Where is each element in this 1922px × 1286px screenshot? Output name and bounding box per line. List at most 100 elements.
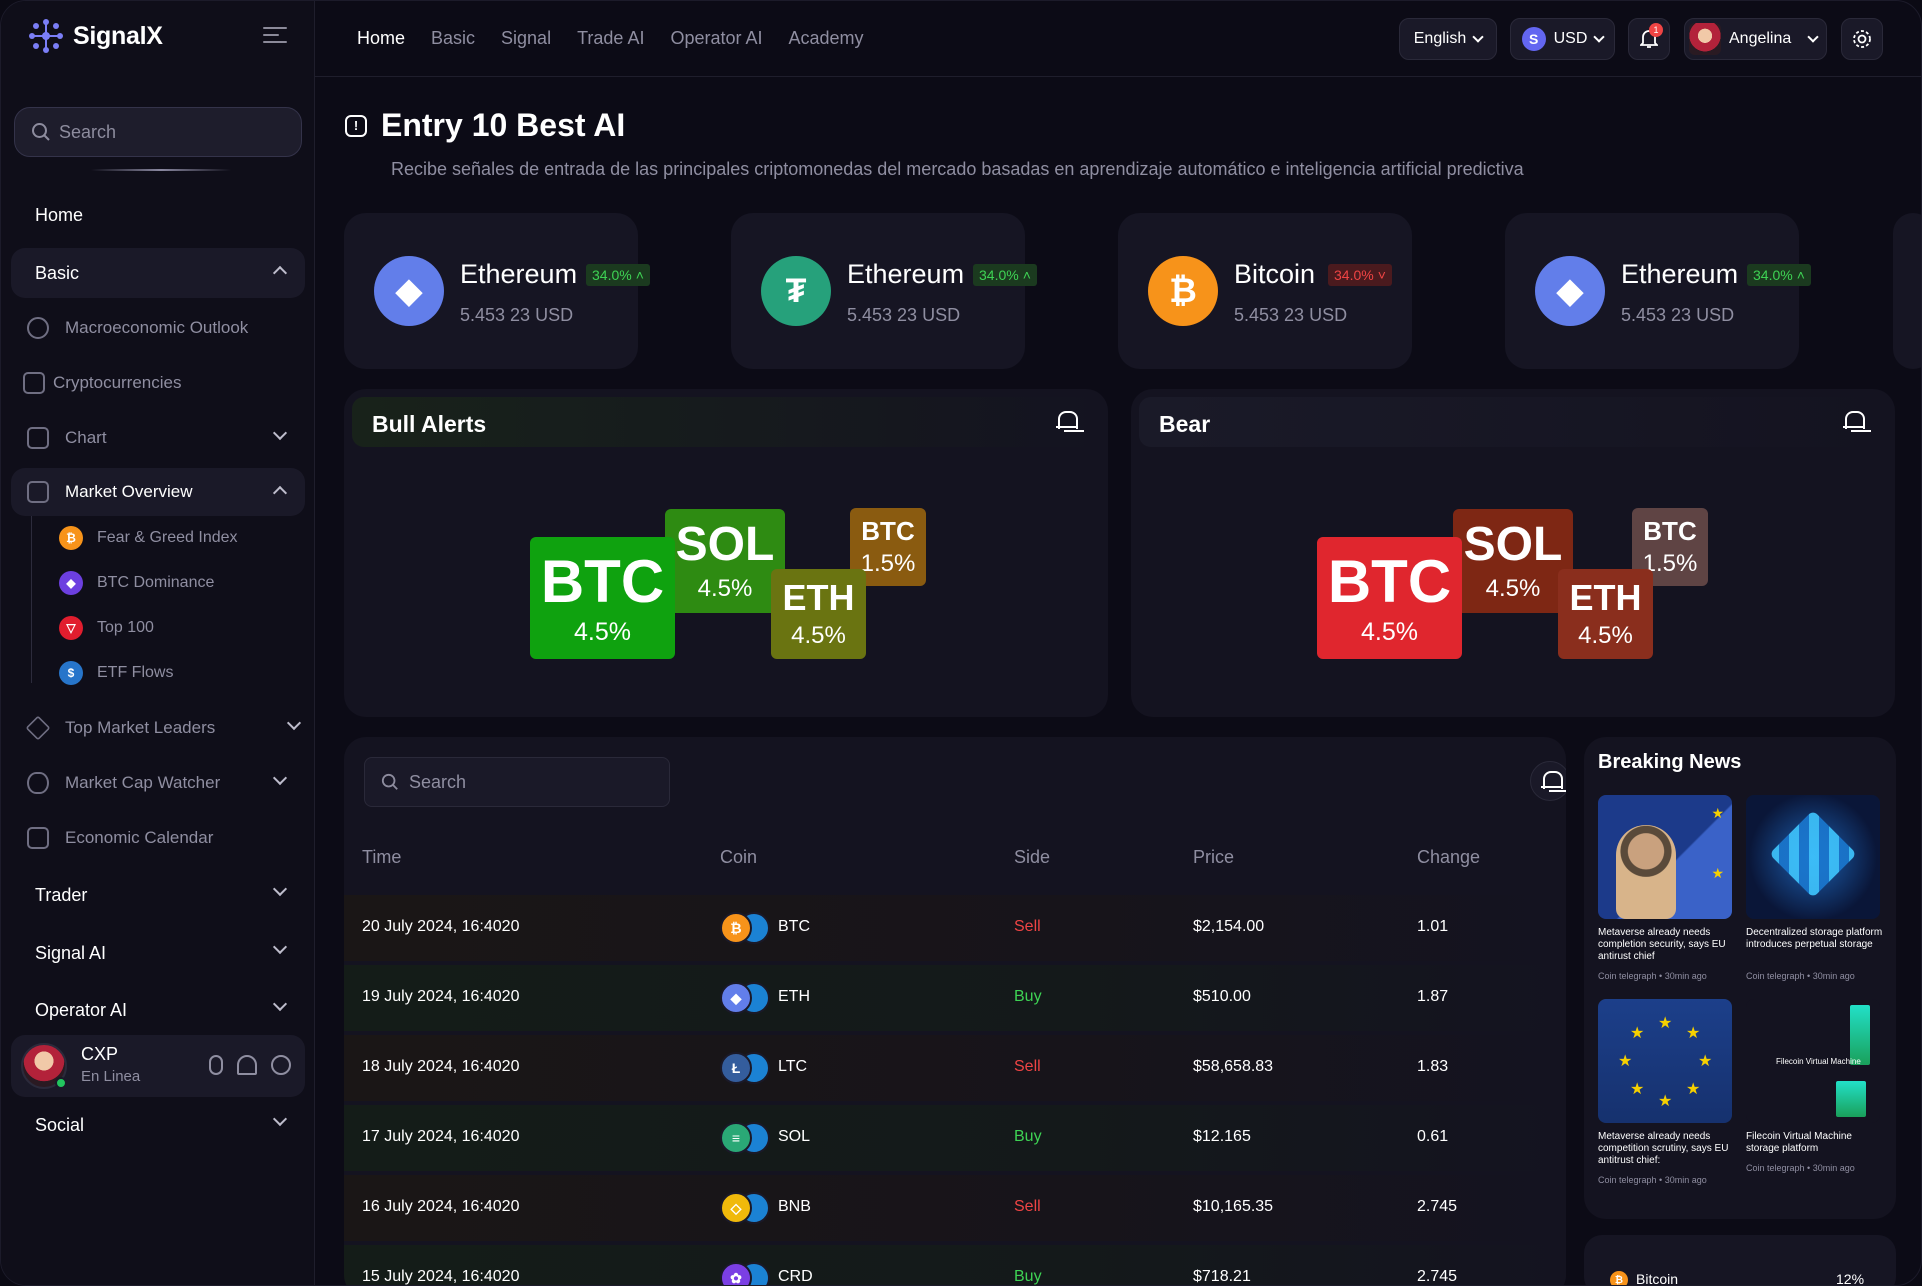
news-image[interactable] <box>1746 795 1880 919</box>
heatmap-tile[interactable]: SOL 4.5% <box>1453 509 1573 613</box>
heatmap-tile[interactable]: BTC 4.5% <box>530 537 675 659</box>
sidebar-item-basic[interactable]: Basic <box>11 248 305 298</box>
heatmap-tile[interactable]: ETH 4.5% <box>771 569 866 659</box>
sidebar-item-home[interactable]: Home <box>11 190 305 240</box>
bnb-icon: ◇ <box>720 1192 752 1224</box>
column-header-time[interactable]: Time <box>362 847 401 868</box>
news-image[interactable]: ★ ★ <box>1598 795 1732 919</box>
tile-symbol: ETH <box>1569 577 1642 618</box>
column-header-coin[interactable]: Coin <box>720 847 757 868</box>
sidebar-item-label: Social <box>35 1114 85 1135</box>
sidebar-item-label: Market Overview <box>65 482 193 501</box>
sidebar-item-top-market-leaders[interactable]: Top Market Leaders <box>11 704 305 752</box>
notifications-button[interactable]: 1 <box>1628 18 1670 60</box>
sidebar-item-fear-greed[interactable]: ₿ Fear & Greed Index <box>59 518 238 558</box>
sidebar-item-economic-calendar[interactable]: Economic Calendar <box>11 814 305 862</box>
coin-name: Ethereum <box>460 259 578 289</box>
top-nav: Home Basic Signal Trade AI Operator AI A… <box>357 28 864 49</box>
bear-panel: Bear BTC 1.5% SOL 4.5% ETH 4.5% BTC 4.5% <box>1131 389 1895 717</box>
cell-change: 1.87 <box>1417 988 1449 1005</box>
sidebar-item-operator-ai[interactable]: Operator AI <box>11 985 305 1035</box>
bell-icon <box>1541 771 1563 793</box>
coin-pair-icon: ✿ <box>720 1262 770 1285</box>
sidebar-item-top-100[interactable]: ▽ Top 100 <box>59 608 154 648</box>
change-badge: 34.0% ˅ <box>1328 264 1392 286</box>
sidebar-item-signal-ai[interactable]: Signal AI <box>11 928 305 978</box>
sidebar-item-macroeconomic-outlook[interactable]: Macroeconomic Outlook <box>11 304 305 352</box>
sidebar-item-label: Basic <box>35 262 80 283</box>
cell-side: Sell <box>1014 1198 1041 1215</box>
table-row[interactable]: 15 July 2024, 16:4020 ✿ CRD Buy $718.21 … <box>344 1245 1566 1285</box>
table-row[interactable]: 17 July 2024, 16:4020 ≡ SOL Buy $12.165 … <box>344 1105 1566 1171</box>
sidebar-item-chart[interactable]: Chart <box>11 414 305 462</box>
chevron-up-icon <box>272 265 288 281</box>
column-header-change[interactable]: Change <box>1417 847 1480 868</box>
nav-home[interactable]: Home <box>357 28 405 49</box>
currency-select[interactable]: S USD <box>1510 18 1615 60</box>
table-row[interactable]: 19 July 2024, 16:4020 ◆ ETH Buy $510.00 … <box>344 965 1566 1031</box>
language-select[interactable]: English <box>1399 18 1497 60</box>
news-image[interactable]: Filecoin Virtual Machine <box>1746 999 1880 1123</box>
tile-percent: 4.5% <box>574 617 631 646</box>
page-title: Entry 10 Best AI <box>381 107 626 143</box>
sidebar-item-label: Market Cap Watcher <box>65 773 221 792</box>
gear-icon <box>1853 30 1871 48</box>
table-search-input[interactable]: Search <box>364 757 670 807</box>
table-row[interactable]: 20 July 2024, 16:4020 ₿ BTC Sell $2,154.… <box>344 895 1566 961</box>
logo[interactable]: SignalX <box>27 17 163 55</box>
sidebar-item-market-cap-watcher[interactable]: Market Cap Watcher <box>11 759 305 807</box>
sidebar-item-label: Home <box>35 204 84 225</box>
table-alert-button[interactable] <box>1530 761 1566 801</box>
sidebar-search-input[interactable]: Search <box>14 107 302 157</box>
sidebar-item-btc-dominance[interactable]: ◆ BTC Dominance <box>59 563 214 603</box>
coin-pair-icon: ◆ <box>720 982 770 1014</box>
bitcoin-icon: ₿ <box>1148 256 1218 326</box>
sidebar-item-trader[interactable]: Trader <box>11 870 305 920</box>
coin-card[interactable]: ◆ Ethereum 34.0% ˄ 5.453 23 USD <box>1505 213 1811 369</box>
coin-card[interactable]: ₿ Bitcoin 34.0% ˅ 5.453 23 USD <box>1118 213 1412 369</box>
tile-symbol: SOL <box>1463 518 1563 571</box>
news-caption[interactable]: Metaverse already needs completion secur… <box>1598 927 1738 963</box>
gear-icon[interactable] <box>271 1055 291 1075</box>
column-header-price[interactable]: Price <box>1193 847 1234 868</box>
bell-icon[interactable] <box>1843 411 1865 433</box>
bell-icon[interactable] <box>1056 411 1078 433</box>
nav-basic[interactable]: Basic <box>431 28 475 49</box>
news-image[interactable]: ★ ★ ★ ★ ★ ★ ★ ★ <box>1598 999 1732 1123</box>
sidebar-item-market-overview[interactable]: Market Overview <box>11 468 305 516</box>
tile-percent: 4.5% <box>1361 617 1418 646</box>
coin-card[interactable]: ₮ Ethereum 34.0% ˄ 5.453 23 USD <box>731 213 1037 369</box>
heatmap-tile[interactable]: SOL 4.5% <box>665 509 785 613</box>
heatmap-tile[interactable]: ETH 4.5% <box>1558 569 1653 659</box>
nav-trade-ai[interactable]: Trade AI <box>577 28 644 49</box>
tile-percent: 4.5% <box>791 622 846 649</box>
column-header-side[interactable]: Side <box>1014 847 1050 868</box>
bitcoin-icon: ₿ <box>59 526 83 550</box>
user-menu[interactable]: Angelina <box>1684 18 1827 60</box>
microphone-icon[interactable] <box>209 1055 223 1075</box>
sidebar-item-etf-flows[interactable]: $ ETF Flows <box>59 653 173 693</box>
sidebar-item-social[interactable]: Social <box>11 1100 305 1150</box>
news-caption[interactable]: Decentralized storage platform introduce… <box>1746 927 1886 951</box>
collapse-sidebar-icon[interactable] <box>263 25 289 45</box>
settings-button[interactable] <box>1841 18 1883 60</box>
heatmap-tile[interactable]: BTC 4.5% <box>1317 537 1462 659</box>
chevron-down-icon <box>272 425 288 441</box>
panel-header: Bear <box>1139 397 1887 447</box>
news-caption[interactable]: Filecoin Virtual Machine storage platfor… <box>1746 1131 1886 1155</box>
nav-signal[interactable]: Signal <box>501 28 551 49</box>
sidebar-item-cryptocurrencies[interactable]: Cryptocurrencies <box>11 359 305 407</box>
table-row[interactable]: 18 July 2024, 16:4020 Ł LTC Sell $58,658… <box>344 1035 1566 1101</box>
coin-card[interactable]: ◆ Ethereum 34.0% ˄ 5.453 23 USD <box>344 213 650 369</box>
nav-operator-ai[interactable]: Operator AI <box>670 28 762 49</box>
user-avatar <box>1689 23 1721 55</box>
headphones-icon[interactable] <box>237 1055 257 1075</box>
coin-card-partial[interactable] <box>1893 213 1921 369</box>
nav-academy[interactable]: Academy <box>789 28 864 49</box>
mini-coin-card[interactable]: ₿ Bitcoin 12% <box>1584 1235 1896 1285</box>
news-caption[interactable]: Metaverse already needs competition scru… <box>1598 1131 1738 1167</box>
tile-percent: 4.5% <box>697 575 753 602</box>
user-panel[interactable]: CXP En Linea <box>11 1035 305 1097</box>
tron-icon: ▽ <box>59 616 83 640</box>
table-row[interactable]: 16 July 2024, 16:4020 ◇ BNB Sell $10,165… <box>344 1175 1566 1241</box>
